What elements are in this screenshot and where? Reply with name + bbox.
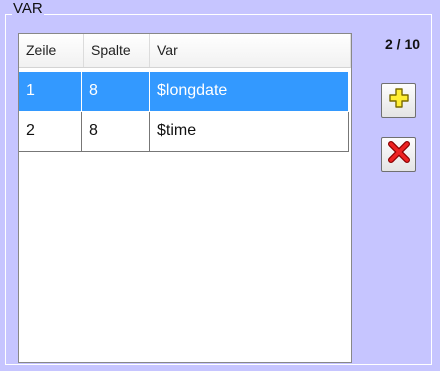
cell-var: $longdate xyxy=(150,72,349,112)
table-row[interactable]: 2 8 $time xyxy=(19,112,349,152)
column-header-var[interactable]: Var xyxy=(150,34,351,67)
column-header-spalte[interactable]: Spalte xyxy=(84,34,150,67)
delete-button[interactable] xyxy=(381,137,416,172)
group-title: VAR xyxy=(12,0,44,17)
cell-spalte: 8 xyxy=(82,112,150,152)
column-header-zeile[interactable]: Zeile xyxy=(19,34,84,67)
cell-spalte: 8 xyxy=(82,72,150,112)
plus-icon xyxy=(388,87,410,114)
cell-zeile: 2 xyxy=(19,112,82,152)
add-button[interactable] xyxy=(381,83,416,118)
list-header: Zeile Spalte Var xyxy=(19,34,351,68)
item-counter: 2 / 10 xyxy=(385,36,421,52)
close-icon xyxy=(387,140,411,169)
cell-zeile: 1 xyxy=(19,72,82,112)
cell-var: $time xyxy=(150,112,349,152)
table-row[interactable]: 1 8 $longdate xyxy=(19,72,349,112)
var-list[interactable]: Zeile Spalte Var 1 8 $longdate 2 8 $time xyxy=(18,33,352,363)
